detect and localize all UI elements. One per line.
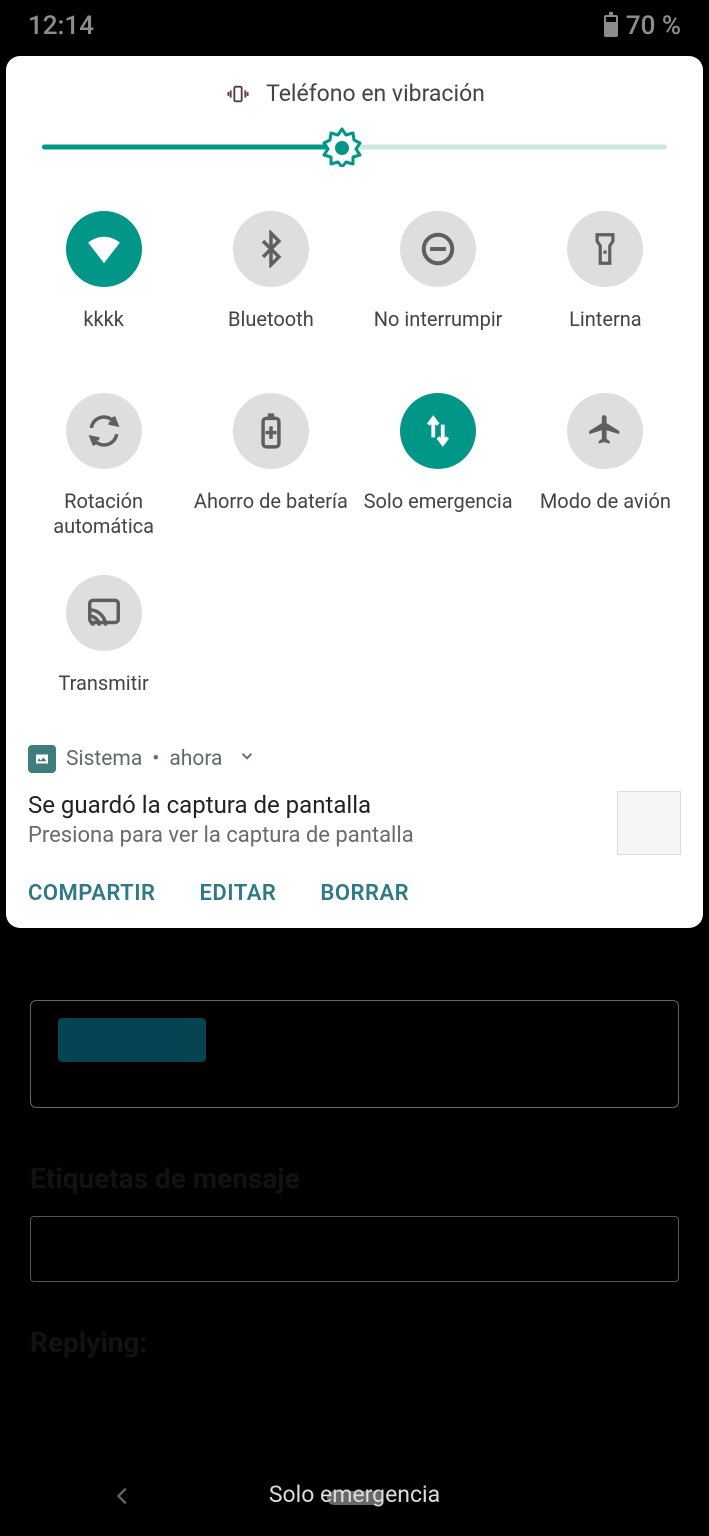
tile-bluetooth[interactable]: Bluetooth [187,211,354,357]
dnd-icon [400,211,476,287]
bottom-area: Solo emergencia [0,1416,709,1536]
ringer-label: Teléfono en vibración [266,80,485,107]
tile-wifi-label: kkkk [83,307,124,357]
dot-separator: • [152,747,159,771]
airplane-icon [567,393,643,469]
notification-app-icon [28,745,56,773]
brightness-thumb-icon[interactable] [322,127,362,167]
tile-autorotate[interactable]: Rotación automática [20,393,187,539]
tile-flashlight[interactable]: Linterna [522,211,689,357]
vibrate-icon [224,83,252,105]
brightness-fill [42,145,342,150]
tile-emergency[interactable]: Solo emergencia [355,393,522,539]
cast-icon [66,575,142,651]
quick-settings-panel: Teléfono en vibración kkkk [6,56,703,928]
tile-batterysaver[interactable]: Ahorro de batería [187,393,354,539]
tile-wifi[interactable]: kkkk [20,211,187,357]
notification-title: Se guardó la captura de pantalla [28,791,605,819]
tile-dnd[interactable]: No interrumpir [355,211,522,357]
autorotate-icon [66,393,142,469]
qs-tiles: kkkk Bluetooth No interrumpir Linterna [6,191,703,721]
wifi-icon [66,211,142,287]
tile-bluetooth-label: Bluetooth [228,307,314,357]
notification-action-share[interactable]: COMPARTIR [28,881,156,906]
tile-airplane[interactable]: Modo de avión [522,393,689,539]
tile-dnd-label: No interrumpir [374,307,503,357]
flashlight-icon [567,211,643,287]
tile-cast[interactable]: Transmitir [20,575,187,721]
tile-emergency-label: Solo emergencia [364,489,513,539]
tile-airplane-label: Modo de avión [540,489,671,539]
tile-batterysaver-label: Ahorro de batería [194,489,348,539]
chevron-down-icon[interactable] [238,747,256,771]
notification-thumbnail [617,791,681,855]
notification-header[interactable]: Sistema • ahora [28,745,681,773]
notification-action-delete[interactable]: BORRAR [320,881,409,906]
emergency-icon [400,393,476,469]
notification-app: Sistema [66,747,142,771]
ringer-mode[interactable]: Teléfono en vibración [6,56,703,125]
brightness-slider[interactable] [42,143,667,151]
notification-action-edit[interactable]: EDITAR [200,881,277,906]
notification-subtitle: Presiona para ver la captura de pantalla [28,823,605,848]
emergency-only-label: Solo emergencia [269,1481,440,1508]
bluetooth-icon [233,211,309,287]
tile-flashlight-label: Linterna [569,307,642,357]
notification-time: ahora [169,747,222,771]
notification[interactable]: Sistema • ahora Se guardó la captura de … [6,727,703,918]
batterysaver-icon [233,393,309,469]
tile-autorotate-label: Rotación automática [20,489,187,539]
